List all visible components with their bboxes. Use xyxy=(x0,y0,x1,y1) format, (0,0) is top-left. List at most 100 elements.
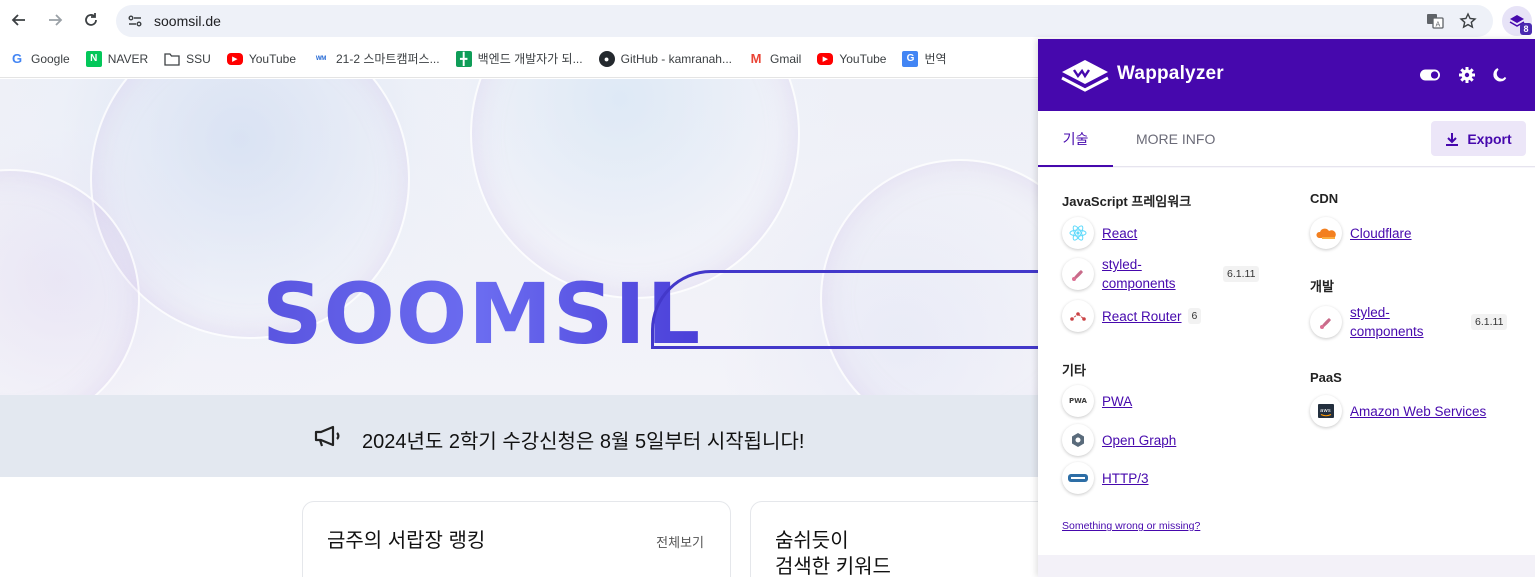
tab-more-info[interactable]: MORE INFO xyxy=(1136,111,1215,167)
wappalyzer-extension-button[interactable]: 8 xyxy=(1502,6,1532,36)
category-title: JavaScript 프레임워크 xyxy=(1062,194,1192,209)
react-icon xyxy=(1062,217,1094,249)
bookmark-youtube-2[interactable]: ▶ YouTube xyxy=(817,45,893,73)
cloudflare-icon xyxy=(1310,217,1342,249)
bookmark-backend[interactable]: ╋ 백엔드 개발자가 되... xyxy=(455,45,590,73)
styled-components-icon xyxy=(1310,306,1342,338)
youtube-icon: ▶ xyxy=(226,52,243,65)
hero-banner: SOOMSIL xyxy=(0,79,1040,439)
wappalyzer-popup: Wappalyzer 기술 MORE INFO Export JavaScrip… xyxy=(1038,39,1535,577)
tab-technologies[interactable]: 기술 xyxy=(1038,111,1113,167)
wappalyzer-title: Wappalyzer xyxy=(1117,63,1224,84)
notice-banner: 2024년도 2학기 수강신청은 8월 5일부터 시작됩니다! xyxy=(0,395,1040,477)
tech-react-router[interactable]: React Router 6 xyxy=(1062,300,1202,332)
smart-campus-icon: ᵂᴹ xyxy=(315,53,327,64)
bookmark-label: 21-2 스마트캠퍼스... xyxy=(336,52,440,66)
sheet-icon: ╋ xyxy=(455,50,472,67)
card-title-line: 검색한 키워드 xyxy=(775,556,891,577)
http3-icon xyxy=(1062,462,1094,494)
pwa-icon: PWA xyxy=(1062,385,1094,417)
bookmark-gmail[interactable]: M Gmail xyxy=(748,45,808,73)
tech-http3[interactable]: HTTP/3 xyxy=(1062,462,1149,494)
tech-open-graph[interactable]: Open Graph xyxy=(1062,424,1176,456)
tech-name-line: components xyxy=(1350,324,1424,339)
google-icon: G xyxy=(9,50,25,67)
bookmark-label: 번역 xyxy=(924,52,947,66)
version-badge: 6.1.11 xyxy=(1223,266,1260,282)
version-badge: 6.1.11 xyxy=(1471,314,1508,330)
tech-react[interactable]: React xyxy=(1062,217,1137,249)
tech-styled-components[interactable]: styled- components xyxy=(1062,255,1176,293)
reload-button[interactable] xyxy=(79,8,103,32)
back-button[interactable] xyxy=(7,8,31,32)
bookmark-label: NAVER xyxy=(107,51,149,66)
bookmark-github[interactable]: ● GitHub - kamranah... xyxy=(598,45,739,73)
search-box-outline[interactable] xyxy=(651,270,1040,349)
tech-name-line: styled- xyxy=(1102,257,1142,272)
tech-name[interactable]: HTTP/3 xyxy=(1102,469,1149,488)
wappalyzer-tabs: 기술 MORE INFO Export xyxy=(1038,111,1535,167)
svg-text:A: A xyxy=(1436,21,1441,29)
bookmark-youtube[interactable]: ▶ YouTube xyxy=(226,45,303,73)
card-title: 금주의 서랍장 랭킹 xyxy=(327,530,486,552)
moon-icon xyxy=(1493,68,1507,82)
view-all-link[interactable]: 전체보기 xyxy=(656,532,704,551)
site-info-icon[interactable] xyxy=(126,12,144,30)
naver-icon: N xyxy=(85,50,102,67)
category-title: CDN xyxy=(1310,191,1339,206)
tech-cloudflare[interactable]: Cloudflare xyxy=(1310,217,1412,249)
browser-toolbar: soomsil.de A 8 xyxy=(0,0,1535,40)
soomsil-logo: SOOMSIL xyxy=(262,265,702,363)
svg-text:aws: aws xyxy=(1320,408,1331,414)
bookmark-google[interactable]: G Google xyxy=(9,45,77,73)
bookmark-smart-campus[interactable]: ᵂᴹ 21-2 스마트캠퍼스... xyxy=(312,45,447,73)
bookmark-ssu[interactable]: SSU xyxy=(164,45,218,73)
bookmark-translate[interactable]: G 번역 xyxy=(902,45,953,73)
tech-name[interactable]: Cloudflare xyxy=(1350,224,1412,243)
card-title: 숨쉬듯이 검색한 키워드 xyxy=(775,528,891,577)
aws-icon: aws xyxy=(1310,395,1342,427)
ranking-card: 금주의 서랍장 랭킹 전체보기 xyxy=(302,501,731,577)
toggle-icon xyxy=(1420,69,1440,81)
toggle-switch[interactable] xyxy=(1420,65,1440,85)
bookmarks-bar: G Google N NAVER SSU ▶ YouTube ᵂᴹ 21-2 스… xyxy=(0,40,1040,78)
open-graph-icon xyxy=(1062,424,1094,456)
arrow-left-icon xyxy=(11,14,25,26)
bookmark-label: YouTube xyxy=(248,51,296,66)
url-text[interactable]: soomsil.de xyxy=(154,13,221,29)
version-badge: 6 xyxy=(1187,308,1202,324)
feedback-link[interactable]: Something wrong or missing? xyxy=(1062,520,1200,532)
arrow-right-icon xyxy=(49,14,63,26)
gmail-icon: M xyxy=(750,51,762,66)
bookmark-label: 백엔드 개발자가 되... xyxy=(477,52,583,66)
react-router-icon xyxy=(1062,300,1094,332)
bookmark-star-icon[interactable] xyxy=(1459,12,1477,30)
megaphone-icon xyxy=(314,425,340,447)
translate-page-icon[interactable]: A xyxy=(1426,12,1444,30)
tech-name[interactable]: Open Graph xyxy=(1102,431,1176,450)
tech-name[interactable]: styled- components xyxy=(1102,255,1176,293)
tech-name[interactable]: React Router xyxy=(1102,307,1182,326)
theme-button[interactable] xyxy=(1490,65,1510,85)
tech-aws[interactable]: aws Amazon Web Services xyxy=(1310,395,1486,427)
tech-pwa[interactable]: PWA PWA xyxy=(1062,385,1132,417)
address-bar[interactable]: soomsil.de A xyxy=(116,5,1493,37)
tech-name[interactable]: styled- components xyxy=(1350,303,1424,341)
tech-name[interactable]: Amazon Web Services xyxy=(1350,402,1486,421)
forward-button[interactable] xyxy=(43,8,67,32)
bookmark-naver[interactable]: N NAVER xyxy=(85,45,155,73)
tech-styled-components-dev[interactable]: styled- components xyxy=(1310,303,1424,341)
wappalyzer-logo-icon xyxy=(1061,60,1109,92)
bookmark-label: Gmail xyxy=(769,51,802,66)
wappalyzer-footer xyxy=(1038,555,1535,577)
translate-icon: G xyxy=(902,50,919,67)
tech-name[interactable]: PWA xyxy=(1102,392,1132,411)
technologies-panel: JavaScript 프레임워크 React styled- component… xyxy=(1038,168,1535,555)
export-button[interactable]: Export xyxy=(1431,121,1526,156)
keyword-card: 숨쉬듯이 검색한 키워드 xyxy=(750,501,1040,577)
styled-components-icon xyxy=(1062,258,1094,290)
tech-name[interactable]: React xyxy=(1102,224,1137,243)
settings-button[interactable] xyxy=(1457,65,1477,85)
bookmark-label: GitHub - kamranah... xyxy=(620,51,732,66)
bookmark-label: Google xyxy=(31,51,70,66)
